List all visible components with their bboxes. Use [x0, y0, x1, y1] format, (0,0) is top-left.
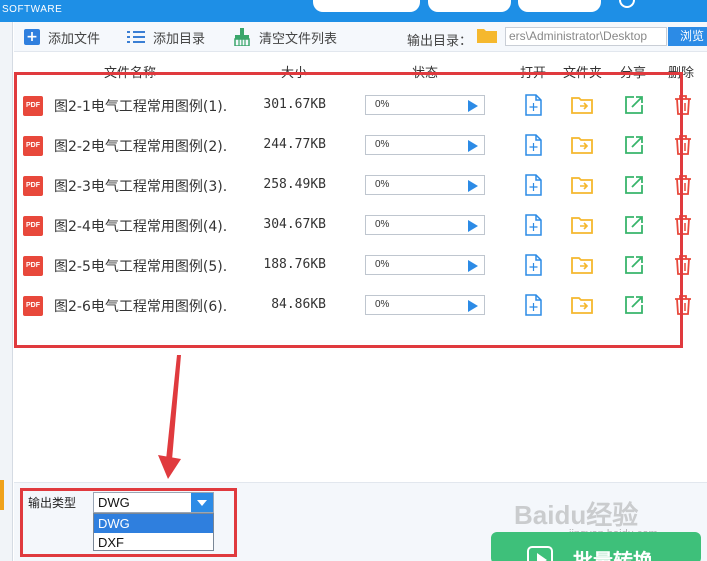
brand-text: SOFTWARE	[2, 4, 63, 15]
add-file-button[interactable]: + 添加文件	[24, 28, 101, 47]
clear-list-label: 清空文件列表	[259, 31, 338, 47]
annotation-arrow	[158, 355, 181, 479]
sidebar-marker	[0, 480, 4, 510]
toolbar: + 添加文件 添加目录 清空文件列表 输出目录： ers\Administrat…	[14, 22, 707, 52]
add-dir-label: 添加目录	[153, 31, 206, 47]
broom-icon	[233, 28, 251, 47]
play-icon	[527, 546, 553, 561]
plus-icon: +	[24, 29, 40, 45]
batch-convert-label: 批量转换	[573, 549, 653, 561]
output-dir-input[interactable]: ers\Administrator\Desktop	[505, 27, 667, 46]
clear-list-button[interactable]: 清空文件列表	[233, 28, 338, 47]
output-dir-label: 输出目录：	[407, 34, 473, 49]
add-dir-button[interactable]: 添加目录	[127, 28, 206, 47]
user-icon[interactable]	[619, 0, 635, 8]
browse-button[interactable]: 浏览	[668, 27, 707, 46]
title-bar: SOFTWARE	[0, 0, 707, 22]
add-file-label: 添加文件	[48, 31, 101, 47]
folder-icon[interactable]	[477, 27, 497, 43]
watermark-logo: Baidu经验	[514, 500, 639, 530]
annotation-box-type	[20, 488, 237, 557]
top-tab-2[interactable]	[428, 0, 511, 12]
annotation-box-list	[14, 72, 683, 348]
batch-convert-button[interactable]: 批量转换	[491, 532, 701, 561]
list-icon	[127, 29, 145, 45]
sidebar: m	[0, 22, 13, 561]
top-tab-3[interactable]	[518, 0, 601, 12]
top-tab-1[interactable]	[313, 0, 420, 12]
